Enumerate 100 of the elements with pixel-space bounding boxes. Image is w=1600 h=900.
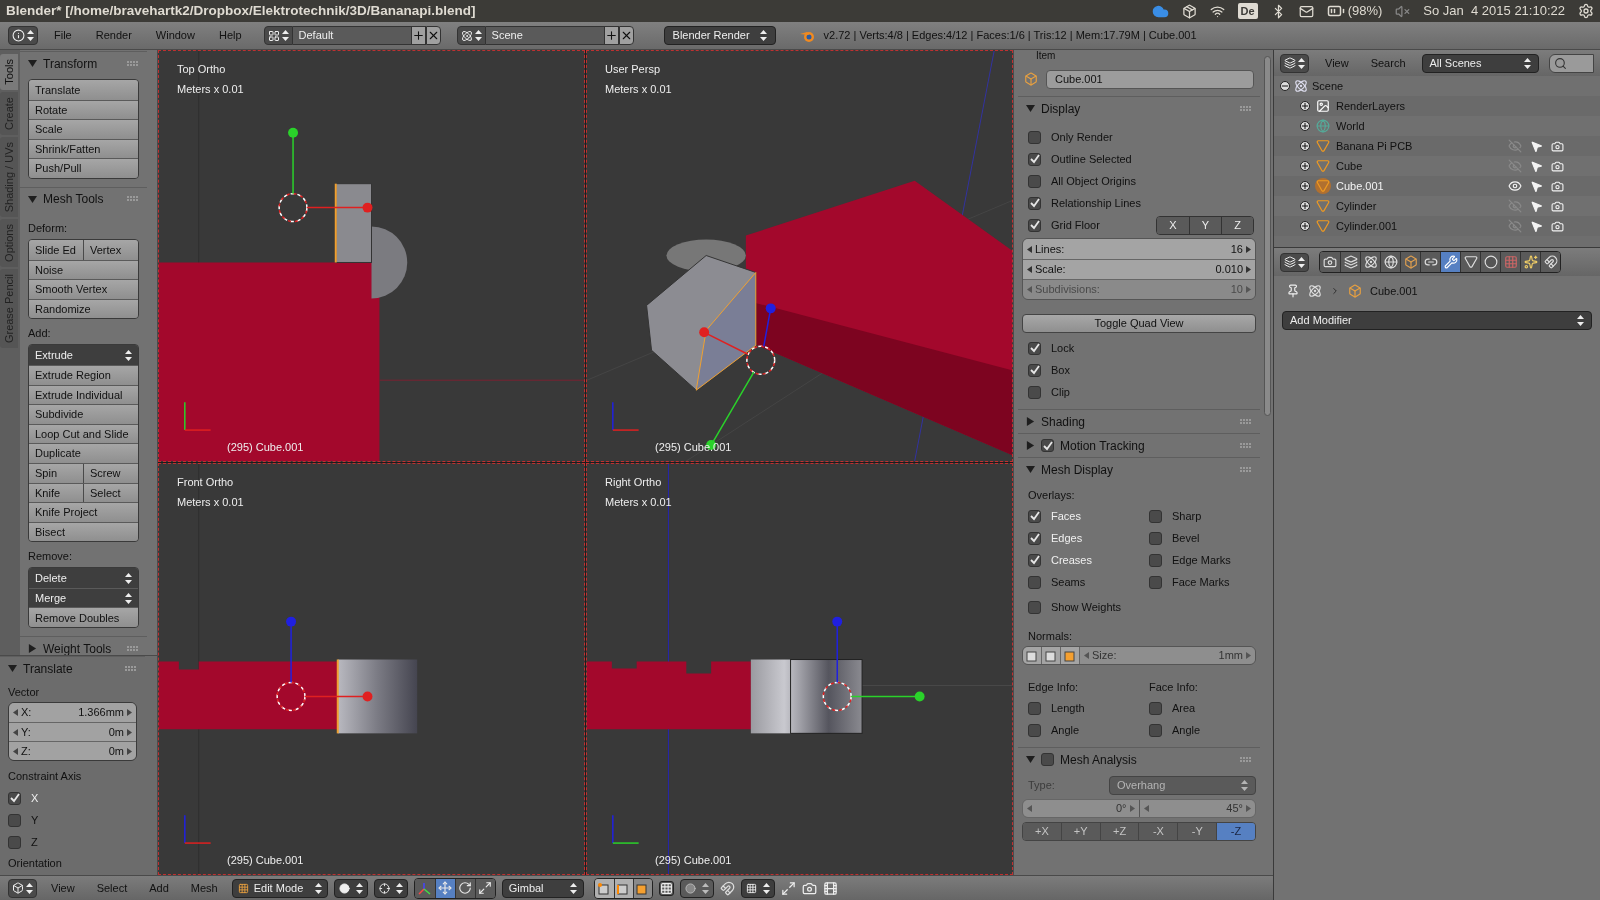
- render-engine-dropdown[interactable]: Blender Render: [663, 26, 776, 45]
- checkbox[interactable]: [1028, 385, 1041, 399]
- checkbox[interactable]: [1041, 439, 1054, 452]
- checkbox[interactable]: [1149, 701, 1162, 715]
- pointer-icon[interactable]: [1530, 159, 1543, 173]
- layout-name-field[interactable]: Default: [292, 26, 411, 45]
- checkbox[interactable]: [1028, 701, 1041, 715]
- expand-icon[interactable]: [1300, 121, 1310, 131]
- expand-icon[interactable]: [1300, 141, 1310, 151]
- panel-title[interactable]: Weight Tools: [43, 639, 112, 658]
- tool-button[interactable]: Rotate: [29, 100, 138, 120]
- menu-item[interactable]: Select: [88, 879, 136, 897]
- muted-speaker-icon[interactable]: [1395, 3, 1411, 19]
- tool-button[interactable]: Slide Ed: [29, 239, 83, 260]
- expand-icon[interactable]: [1300, 101, 1310, 111]
- tree-item[interactable]: Scene: [1312, 77, 1344, 95]
- tool-button[interactable]: Select: [83, 483, 138, 503]
- pointer-icon[interactable]: [1530, 199, 1543, 213]
- tree-item[interactable]: RenderLayers: [1336, 97, 1406, 115]
- axis-toggle[interactable]: -Z: [1216, 823, 1255, 840]
- tool-button[interactable]: Scale: [29, 120, 138, 139]
- tool-button[interactable]: Vertex: [83, 239, 138, 260]
- expanded-triangle-icon[interactable]: [1026, 755, 1035, 764]
- decrement-arrow-icon[interactable]: [1027, 245, 1032, 253]
- clock[interactable]: So Jan 4 2015 21:10:22: [1423, 1, 1565, 21]
- tool-button[interactable]: Translate: [29, 80, 138, 100]
- collapsed-triangle-icon[interactable]: [28, 644, 37, 654]
- tool-button[interactable]: Noise: [29, 260, 138, 280]
- panel-title[interactable]: Translate: [23, 659, 73, 678]
- panel-title[interactable]: Item: [1018, 50, 1260, 62]
- camera-icon[interactable]: [1551, 199, 1564, 213]
- panel-title[interactable]: Motion Tracking: [1060, 436, 1145, 455]
- tool-button[interactable]: Extrude Region: [29, 365, 138, 385]
- checkbox[interactable]: [1028, 509, 1041, 523]
- increment-arrow-icon[interactable]: [127, 747, 132, 755]
- checkbox[interactable]: [1028, 531, 1041, 545]
- settings-icon[interactable]: [1578, 3, 1594, 19]
- tree-item[interactable]: World: [1336, 117, 1365, 135]
- increment-arrow-icon[interactable]: [127, 709, 132, 716]
- viewport[interactable]: Front Ortho Meters x 0.01 (295) Cube.001: [158, 463, 585, 875]
- pointer-icon[interactable]: [1530, 219, 1543, 233]
- pointer-icon[interactable]: [1530, 139, 1543, 153]
- checkbox[interactable]: [8, 835, 21, 849]
- dropdown-button[interactable]: Merge: [29, 588, 138, 608]
- orientation-dropdown[interactable]: Gimbal: [501, 878, 584, 898]
- expanded-triangle-icon[interactable]: [28, 59, 37, 68]
- checkbox[interactable]: [1028, 152, 1041, 166]
- drag-handle-icon[interactable]: [1240, 418, 1252, 425]
- camera-icon[interactable]: [1551, 179, 1564, 193]
- menu-item[interactable]: View: [1319, 54, 1355, 72]
- panel-title[interactable]: Mesh Analysis: [1060, 750, 1137, 769]
- add-modifier-dropdown[interactable]: Add Modifier: [1282, 311, 1592, 330]
- axes-icon[interactable]: [418, 881, 432, 895]
- scrollbar-thumb[interactable]: [1264, 56, 1271, 416]
- tree-item[interactable]: Cylinder: [1336, 197, 1377, 215]
- panel-title[interactable]: Mesh Tools: [43, 190, 104, 209]
- tool-button[interactable]: Duplicate: [29, 444, 138, 463]
- pointer-icon[interactable]: [1530, 179, 1543, 193]
- decrement-arrow-icon[interactable]: [13, 747, 18, 755]
- menu-item[interactable]: File: [46, 27, 80, 44]
- menu-item[interactable]: Search: [1364, 54, 1412, 72]
- expand-icon[interactable]: [1300, 161, 1310, 171]
- drag-handle-icon[interactable]: [127, 60, 139, 67]
- toggle-quad-view-button[interactable]: Toggle Quad View: [1022, 314, 1256, 333]
- tool-button[interactable]: Push/Pull: [29, 159, 138, 178]
- tool-button[interactable]: Subdivide: [29, 405, 138, 424]
- axis-toggle[interactable]: -X: [1138, 823, 1178, 840]
- editor-type-button[interactable]: [8, 878, 37, 898]
- snap-element-dropdown[interactable]: [740, 878, 775, 898]
- increment-arrow-icon[interactable]: [1246, 266, 1251, 273]
- search-field[interactable]: [1548, 53, 1594, 73]
- checkbox[interactable]: [1028, 575, 1041, 589]
- menu-item[interactable]: Add: [141, 879, 177, 897]
- expand-icon[interactable]: [1300, 181, 1310, 191]
- mail-icon[interactable]: [1298, 3, 1314, 19]
- menu-item[interactable]: Window: [147, 27, 203, 44]
- tree-item[interactable]: Cube: [1336, 157, 1363, 175]
- tree-item[interactable]: Cylinder.001: [1336, 217, 1398, 235]
- analysis-type-dropdown[interactable]: Overhang: [1109, 775, 1256, 795]
- axis-toggle[interactable]: +Z: [1099, 823, 1139, 840]
- menu-item[interactable]: Mesh: [182, 879, 226, 897]
- checkbox[interactable]: [8, 813, 21, 827]
- tool-button[interactable]: Shrink/Fatten: [29, 139, 138, 159]
- checkbox[interactable]: [8, 791, 21, 805]
- axis-toggle[interactable]: X: [1157, 216, 1189, 234]
- dropdown-button[interactable]: Extrude: [29, 345, 138, 365]
- camera-icon[interactable]: [801, 880, 817, 896]
- scene-name-field[interactable]: Scene: [485, 26, 604, 45]
- number-field[interactable]: Y: 0m: [9, 722, 136, 741]
- drag-handle-icon[interactable]: [125, 665, 137, 672]
- display-mode-dropdown[interactable]: All Scenes: [1421, 53, 1539, 73]
- menu-item[interactable]: Render: [87, 27, 140, 44]
- expand-arrows-icon[interactable]: [780, 880, 796, 896]
- tool-button[interactable]: Loop Cut and Slide: [29, 424, 138, 444]
- pin-icon[interactable]: [1286, 284, 1300, 298]
- shading-dropdown[interactable]: [333, 878, 368, 898]
- wifi-icon[interactable]: [1209, 3, 1225, 19]
- viewport[interactable]: Top Ortho Meters x 0.01 (295) Cube.001: [158, 50, 585, 462]
- collapsed-triangle-icon[interactable]: [1026, 417, 1035, 426]
- pivot-dropdown[interactable]: [373, 878, 408, 898]
